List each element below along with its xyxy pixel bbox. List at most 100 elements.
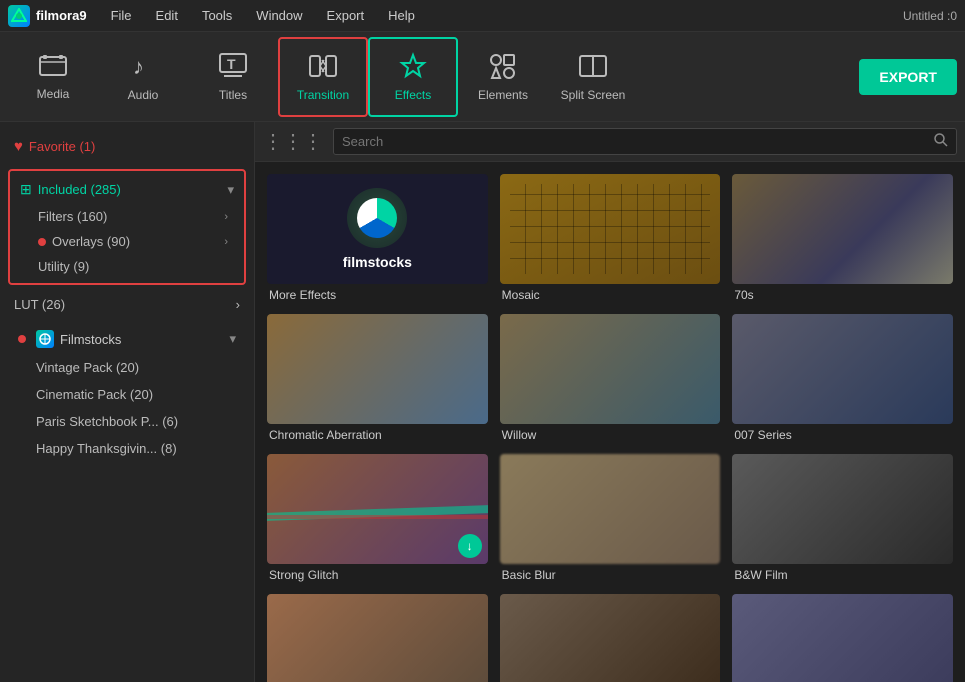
toolbar: Media ♪ Audio T Titles Transition Effect… [0, 32, 965, 122]
elements-icon [488, 52, 518, 84]
toolbar-effects-label: Effects [395, 88, 431, 102]
cinematic-label: Cinematic Pack (20) [36, 387, 153, 402]
app-name: filmora9 [36, 8, 87, 23]
search-input[interactable] [342, 134, 930, 149]
menu-window[interactable]: Window [246, 4, 312, 27]
sidebar-lut[interactable]: LUT (26) › [0, 291, 254, 318]
logo-icon [8, 5, 30, 27]
more-effects-label: More Effects [267, 288, 488, 302]
sidebar-overlays[interactable]: Overlays (90) › [10, 229, 244, 254]
effect-willow[interactable]: Willow [500, 314, 721, 442]
toolbar-audio-label: Audio [128, 88, 159, 102]
toolbar-transition-label: Transition [297, 88, 349, 102]
menu-edit[interactable]: Edit [146, 4, 188, 27]
effect-partial3[interactable] [732, 594, 953, 682]
overlays-dot [38, 238, 46, 246]
search-bar: ⋮⋮⋮ [255, 122, 965, 162]
effects-grid-container: filmstocks More Effects Mosaic 70s [255, 162, 965, 682]
svg-text:♪: ♪ [133, 54, 144, 79]
export-button[interactable]: EXPORT [859, 59, 957, 95]
effects-grid: filmstocks More Effects Mosaic 70s [255, 162, 965, 682]
glitch-thumb: ↓ [267, 454, 488, 564]
partial2-thumb [500, 594, 721, 682]
effect-blur[interactable]: Basic Blur [500, 454, 721, 582]
007-thumb [732, 314, 953, 424]
grid-dots-icon[interactable]: ⋮⋮⋮ [263, 129, 323, 154]
toolbar-splitscreen[interactable]: Split Screen [548, 37, 638, 117]
007-label: 007 Series [732, 428, 953, 442]
menu-file[interactable]: File [101, 4, 142, 27]
sidebar-vintage[interactable]: Vintage Pack (20) [8, 354, 246, 381]
toolbar-elements[interactable]: Elements [458, 37, 548, 117]
thanksgiving-label: Happy Thanksgivin... (8) [36, 441, 177, 456]
blur-thumb [500, 454, 721, 564]
filmstocks-chevron: ▾ [229, 331, 236, 347]
sidebar-favorite[interactable]: ♥ Favorite (1) [0, 130, 254, 163]
filmstocks-icon [36, 330, 54, 348]
menu-help[interactable]: Help [378, 4, 425, 27]
bw-label: B&W Film [732, 568, 953, 582]
filmstocks-logo-icon [357, 198, 397, 238]
utility-label: Utility (9) [38, 259, 89, 274]
blur-label: Basic Blur [500, 568, 721, 582]
filters-chevron: › [224, 211, 228, 223]
toolbar-elements-label: Elements [478, 88, 528, 102]
chromatic-thumb [267, 314, 488, 424]
download-badge: ↓ [458, 534, 482, 558]
menu-bar: filmora9 File Edit Tools Window Export H… [0, 0, 965, 32]
transition-icon [308, 52, 338, 84]
effect-more-effects[interactable]: filmstocks More Effects [267, 174, 488, 302]
effect-glitch[interactable]: ↓ Strong Glitch [267, 454, 488, 582]
partial3-thumb [732, 594, 953, 682]
toolbar-audio[interactable]: ♪ Audio [98, 37, 188, 117]
heart-icon: ♥ [14, 138, 23, 155]
sidebar-included-header[interactable]: ⊞ Included (285) ▾ [10, 175, 244, 204]
70s-label: 70s [732, 288, 953, 302]
audio-icon: ♪ [129, 52, 157, 84]
filmstocks-header[interactable]: Filmstocks ▾ [8, 324, 246, 354]
lut-chevron: › [236, 297, 240, 312]
filters-label: Filters (160) [38, 209, 107, 224]
effect-007[interactable]: 007 Series [732, 314, 953, 442]
effect-chromatic[interactable]: Chromatic Aberration [267, 314, 488, 442]
effect-mosaic[interactable]: Mosaic [500, 174, 721, 302]
bw-thumb [732, 454, 953, 564]
toolbar-transition[interactable]: Transition [278, 37, 368, 117]
willow-label: Willow [500, 428, 721, 442]
menu-tools[interactable]: Tools [192, 4, 242, 27]
willow-thumb [500, 314, 721, 424]
glitch-label: Strong Glitch [267, 568, 488, 582]
media-icon [38, 53, 68, 83]
lut-label: LUT (26) [14, 297, 65, 312]
toolbar-splitscreen-label: Split Screen [561, 88, 626, 102]
search-icon [934, 133, 948, 150]
effect-partial1[interactable] [267, 594, 488, 682]
effects-icon [398, 52, 428, 84]
filmstocks-label: Filmstocks [60, 332, 121, 347]
toolbar-media-label: Media [37, 87, 70, 101]
included-label: Included (285) [38, 182, 121, 197]
vintage-label: Vintage Pack (20) [36, 360, 139, 375]
mosaic-thumb [500, 174, 721, 284]
grid-icon: ⊞ [20, 181, 32, 198]
sidebar-filters[interactable]: Filters (160) › [10, 204, 244, 229]
mosaic-label: Mosaic [500, 288, 721, 302]
sidebar-filmstocks-section: Filmstocks ▾ Vintage Pack (20) Cinematic… [8, 324, 246, 462]
app-logo: filmora9 [8, 5, 87, 27]
effect-partial2[interactable] [500, 594, 721, 682]
filmstocks-dot [18, 335, 26, 343]
toolbar-effects[interactable]: Effects [368, 37, 458, 117]
effect-70s[interactable]: 70s [732, 174, 953, 302]
chevron-down-icon: ▾ [227, 182, 234, 198]
toolbar-titles[interactable]: T Titles [188, 37, 278, 117]
sidebar-thanksgiving[interactable]: Happy Thanksgivin... (8) [8, 435, 246, 462]
filmstocks-brand-text: filmstocks [343, 254, 412, 270]
effect-bw[interactable]: B&W Film [732, 454, 953, 582]
menu-export[interactable]: Export [317, 4, 375, 27]
sidebar-utility[interactable]: Utility (9) [10, 254, 244, 279]
chromatic-label: Chromatic Aberration [267, 428, 488, 442]
sidebar-cinematic[interactable]: Cinematic Pack (20) [8, 381, 246, 408]
sidebar-paris[interactable]: Paris Sketchbook P... (6) [8, 408, 246, 435]
toolbar-media[interactable]: Media [8, 37, 98, 117]
70s-thumb [732, 174, 953, 284]
